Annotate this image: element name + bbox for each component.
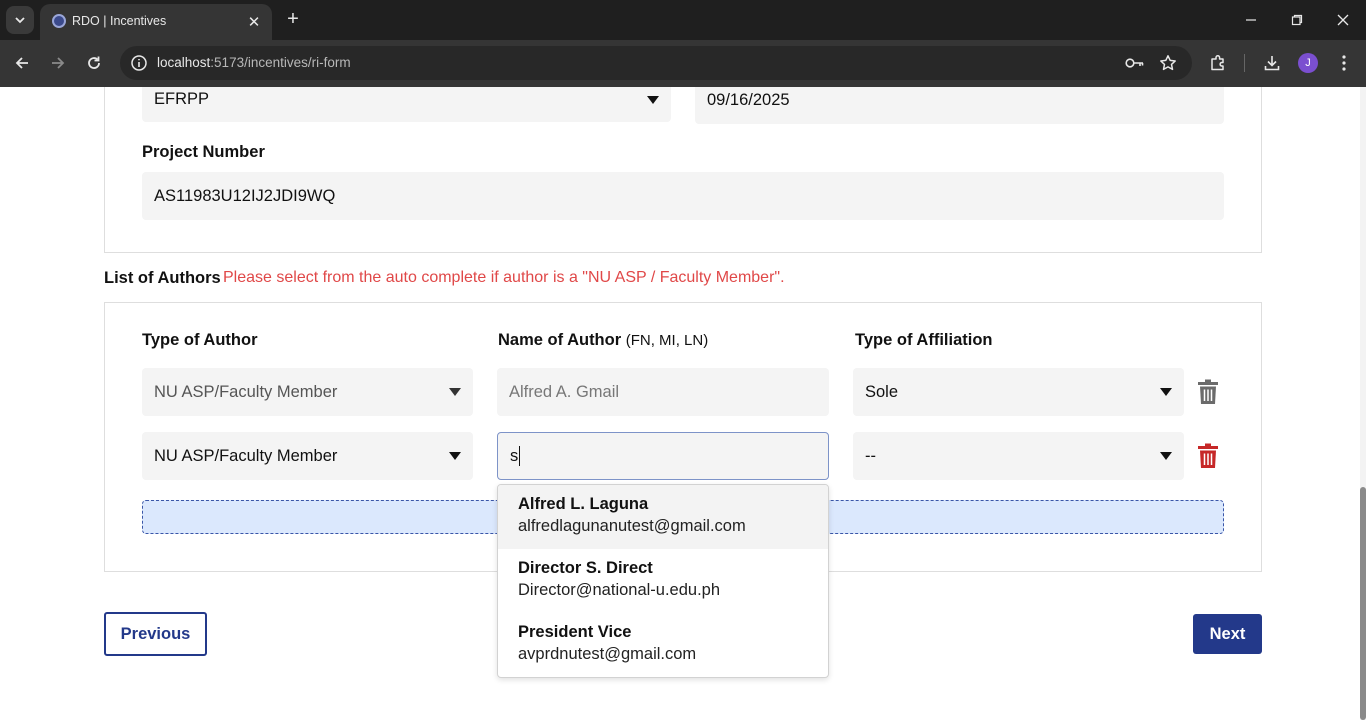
project-number-label: Project Number xyxy=(142,143,265,161)
authors-section-title: List of Authors xyxy=(104,269,221,287)
date-field[interactable]: 09/16/2025 xyxy=(695,87,1224,124)
caret-down-icon xyxy=(1160,452,1172,460)
previous-button[interactable]: Previous xyxy=(104,612,207,656)
author-name-input[interactable]: s xyxy=(497,432,829,480)
forward-icon[interactable] xyxy=(45,50,71,76)
author-type-select[interactable]: NU ASP/Faculty Member xyxy=(142,432,473,480)
address-bar[interactable]: localhost:5173/incentives/ri-form xyxy=(120,46,1192,80)
menu-kebab-icon[interactable] xyxy=(1332,51,1356,75)
project-number-field[interactable]: AS11983U12IJ2JDI9WQ xyxy=(142,172,1224,220)
option-email: avprdnutest@gmail.com xyxy=(518,645,697,663)
affiliation-select[interactable]: Sole xyxy=(853,368,1184,416)
autocomplete-option[interactable]: President Vice avprdnutest@gmail.com xyxy=(498,613,828,677)
next-button[interactable]: Next xyxy=(1193,614,1262,654)
extensions-icon[interactable] xyxy=(1206,51,1230,75)
page-content: EFRPP 09/16/2025 Project Number AS11983U… xyxy=(0,87,1366,720)
option-name: Director S. Direct xyxy=(518,559,653,577)
option-email: Director@national-u.edu.ph xyxy=(518,581,721,599)
program-select-value: EFRPP xyxy=(154,90,210,108)
author-autocomplete-list: Alfred L. Laguna alfredlagunanutest@gmai… xyxy=(497,484,829,678)
trash-icon[interactable] xyxy=(1197,379,1219,405)
browser-tab[interactable]: RDO | Incentives ✕ xyxy=(40,4,272,40)
browser-tab-bar: RDO | Incentives ✕ + xyxy=(0,0,1366,40)
caret-down-icon xyxy=(647,95,659,104)
scrollbar-thumb[interactable] xyxy=(1360,487,1366,720)
caret-down-icon xyxy=(449,452,461,460)
browser-toolbar: localhost:5173/incentives/ri-form J xyxy=(0,40,1366,87)
affiliation-select[interactable]: -- xyxy=(853,432,1184,480)
author-name-typed-value: s xyxy=(510,446,519,465)
affiliation-value: Sole xyxy=(865,382,899,401)
program-select[interactable]: EFRPP xyxy=(142,87,671,122)
reload-icon[interactable] xyxy=(81,50,107,76)
close-window-icon[interactable] xyxy=(1320,6,1366,34)
autocomplete-option[interactable]: Director S. Direct Director@national-u.e… xyxy=(498,549,828,613)
back-icon[interactable] xyxy=(9,50,35,76)
page-scrollbar[interactable] xyxy=(1360,87,1366,720)
url-text: localhost:5173/incentives/ri-form xyxy=(157,55,351,70)
autocomplete-option[interactable]: Alfred L. Laguna alfredlagunanutest@gmai… xyxy=(498,485,828,549)
new-tab-icon[interactable]: + xyxy=(282,8,304,30)
close-tab-icon[interactable]: ✕ xyxy=(244,12,264,32)
caret-down-icon xyxy=(1160,388,1172,396)
option-name: Alfred L. Laguna xyxy=(518,495,649,513)
authors-note: Please select from the auto complete if … xyxy=(223,269,785,286)
type-of-author-header: Type of Author xyxy=(142,331,258,349)
chevron-down-icon xyxy=(15,17,25,24)
favicon-icon xyxy=(52,14,66,28)
date-field-value: 09/16/2025 xyxy=(707,91,790,109)
text-cursor xyxy=(519,446,521,466)
author-type-select[interactable]: NU ASP/Faculty Member xyxy=(142,368,473,416)
restore-icon[interactable] xyxy=(1274,6,1320,34)
bookmark-star-icon[interactable] xyxy=(1158,53,1178,73)
trash-icon[interactable] xyxy=(1197,443,1219,469)
option-name: President Vice xyxy=(518,623,632,641)
downloads-icon[interactable] xyxy=(1260,51,1284,75)
name-of-author-header: Name of Author (FN, MI, LN) xyxy=(498,331,709,349)
affiliation-value: -- xyxy=(865,446,876,465)
project-number-value: AS11983U12IJ2JDI9WQ xyxy=(154,186,336,205)
tab-title: RDO | Incentives xyxy=(72,14,167,28)
site-info-icon[interactable] xyxy=(130,54,148,72)
profile-avatar[interactable]: J xyxy=(1298,53,1318,73)
author-type-value: NU ASP/Faculty Member xyxy=(154,446,338,465)
type-of-affiliation-header: Type of Affiliation xyxy=(855,331,993,349)
author-name-field[interactable]: Alfred A. Gmail xyxy=(497,368,829,416)
toolbar-separator xyxy=(1244,54,1245,72)
option-email: alfredlagunanutest@gmail.com xyxy=(518,517,746,535)
minimize-icon[interactable] xyxy=(1228,6,1274,34)
author-type-value: NU ASP/Faculty Member xyxy=(154,382,338,401)
author-name-value: Alfred A. Gmail xyxy=(509,382,620,401)
tab-search-button[interactable] xyxy=(6,6,34,34)
password-key-icon[interactable] xyxy=(1125,53,1145,73)
caret-down-icon xyxy=(449,388,461,396)
